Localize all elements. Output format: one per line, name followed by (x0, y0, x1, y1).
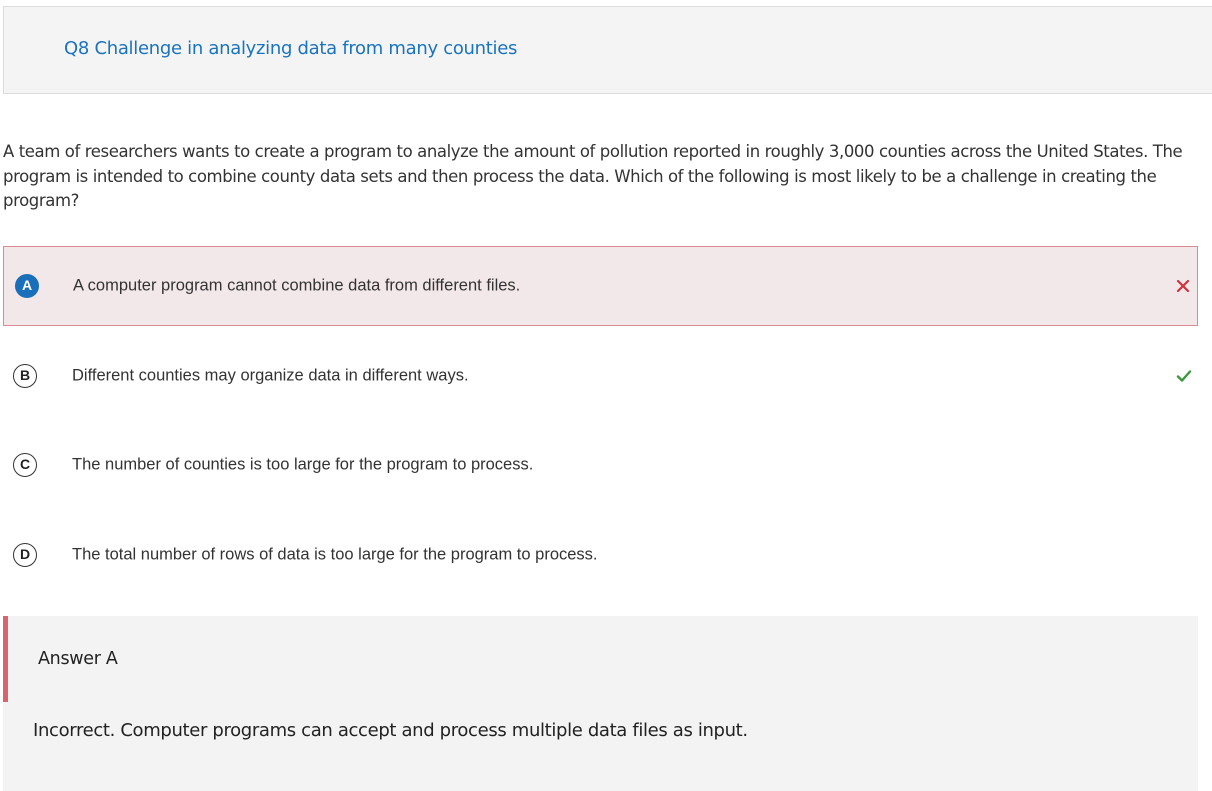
option-label: A computer program cannot combine data f… (73, 276, 521, 295)
option-label: The total number of rows of data is too … (72, 545, 598, 564)
question-header: Q8 Challenge in analyzing data from many… (3, 6, 1212, 94)
answer-option-a[interactable]: A A computer program cannot combine data… (3, 246, 1198, 326)
option-letter-badge: A (15, 274, 39, 298)
answer-option-c[interactable]: C The number of counties is too large fo… (3, 425, 1198, 505)
x-icon (1176, 279, 1190, 293)
answer-feedback-panel: Answer A Incorrect. Computer programs ca… (3, 616, 1198, 791)
feedback-title: Answer A (38, 649, 118, 669)
answer-option-d[interactable]: D The total number of rows of data is to… (3, 515, 1198, 595)
feedback-explanation: Incorrect. Computer programs can accept … (33, 720, 748, 741)
option-label: The number of counties is too large for … (72, 455, 534, 474)
option-letter-badge: C (13, 453, 37, 477)
option-letter-badge: D (13, 543, 37, 567)
question-prompt: A team of researchers wants to create a … (3, 142, 1183, 210)
question-title: Q8 Challenge in analyzing data from many… (64, 38, 518, 59)
feedback-accent-bar (3, 616, 8, 702)
option-letter-badge: B (13, 364, 37, 388)
check-icon (1176, 370, 1192, 382)
answer-option-b[interactable]: B Different counties may organize data i… (3, 336, 1198, 416)
option-label: Different counties may organize data in … (72, 366, 469, 385)
